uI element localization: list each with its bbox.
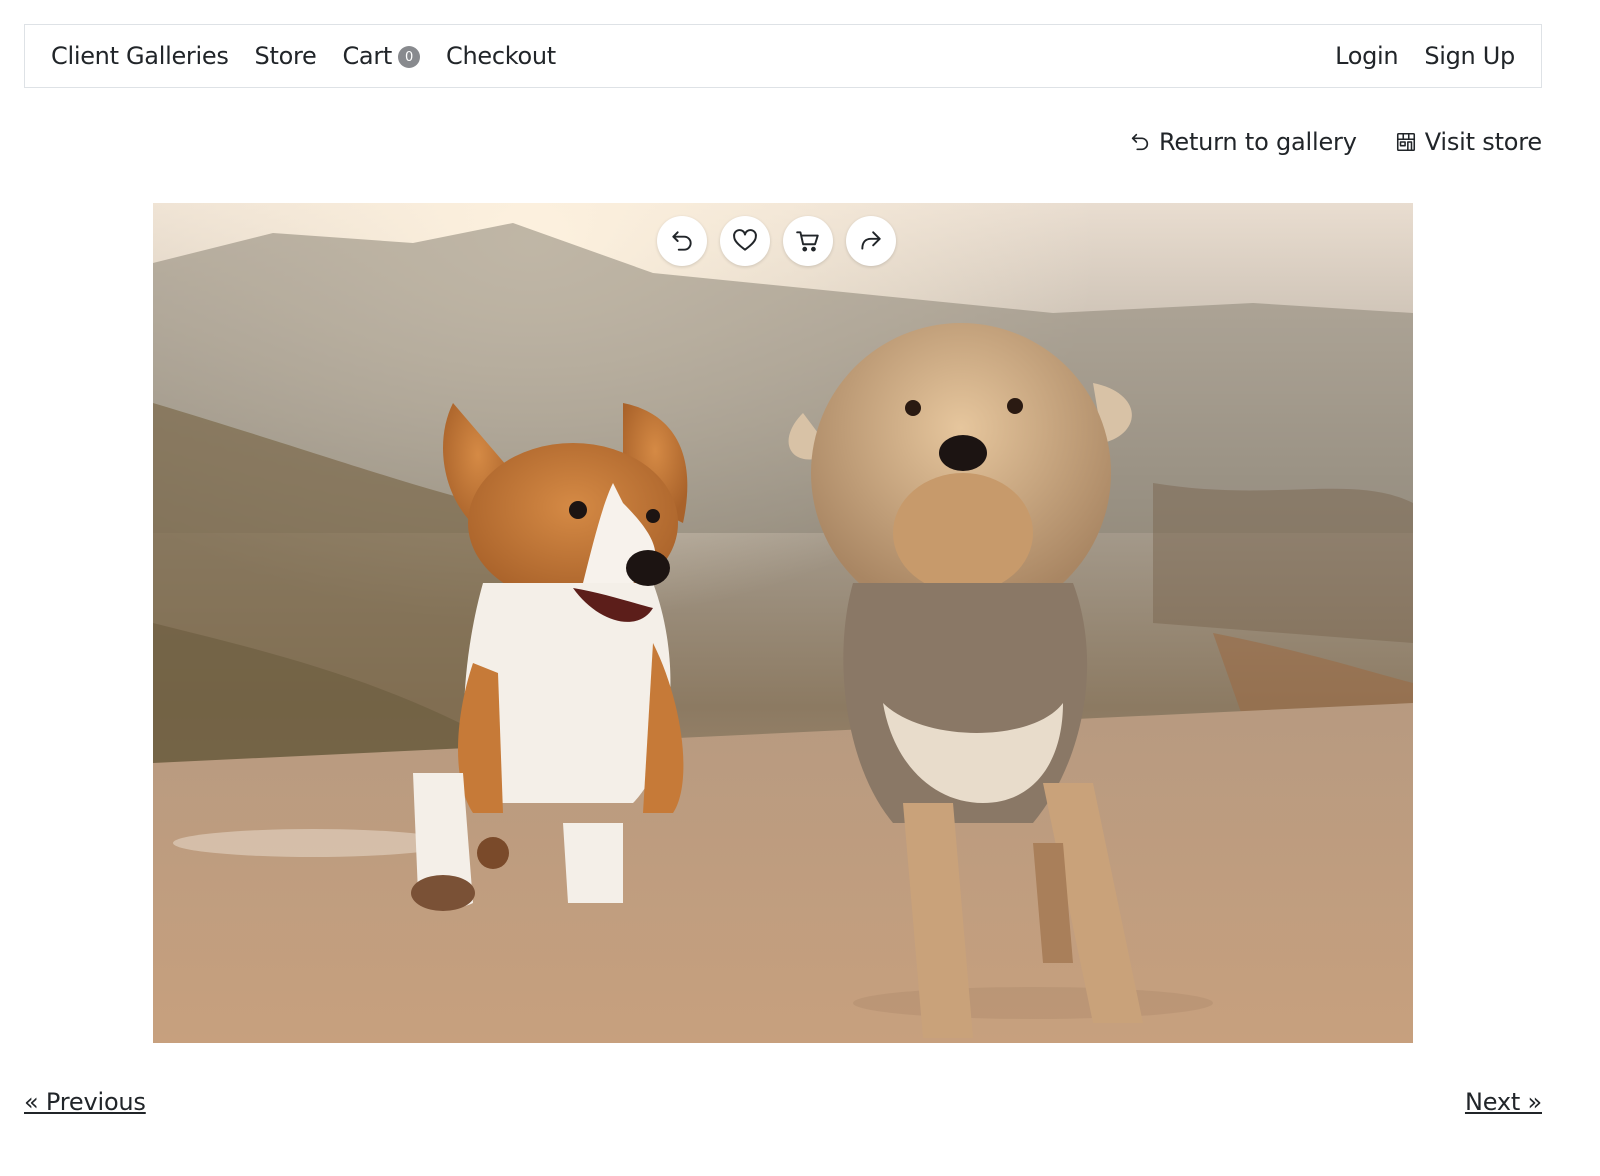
nav-login[interactable]: Login [1335,42,1399,70]
share-button[interactable] [846,216,896,266]
nav-left-group: Client Galleries Store Cart 0 Checkout [51,42,556,70]
photo-dogs-image [153,203,1413,1043]
nav-cart[interactable]: Cart 0 [342,42,421,70]
nav-right-group: Login Sign Up [1335,42,1515,70]
nav-cart-label: Cart [342,42,393,70]
cart-icon [796,231,819,252]
undo-icon [672,231,692,251]
nav-sign-up[interactable]: Sign Up [1424,42,1515,70]
nav-client-galleries[interactable]: Client Galleries [51,42,229,70]
favorite-button[interactable] [720,216,770,266]
store-icon [1396,132,1415,152]
share-icon [861,231,881,250]
nav-checkout[interactable]: Checkout [446,42,556,70]
gallery-photo[interactable] [153,203,1413,1043]
return-to-gallery-label: Return to gallery [1159,128,1357,156]
heart-icon [733,229,757,251]
previous-photo-link[interactable]: « Previous [24,1088,146,1116]
cart-count-badge: 0 [398,46,421,68]
photo-toolbar [657,216,896,266]
top-navbar: Client Galleries Store Cart 0 Checkout L… [24,24,1542,88]
nav-store[interactable]: Store [255,42,317,70]
undo-arrow-icon [1131,133,1149,151]
undo-button[interactable] [657,216,707,266]
add-to-cart-button[interactable] [783,216,833,266]
next-photo-link[interactable]: Next » [1465,1088,1542,1116]
photo-actions: Return to gallery Visit store [1129,128,1542,156]
visit-store-link[interactable]: Visit store [1395,128,1542,156]
return-to-gallery-link[interactable]: Return to gallery [1129,128,1357,156]
visit-store-label: Visit store [1424,128,1542,156]
